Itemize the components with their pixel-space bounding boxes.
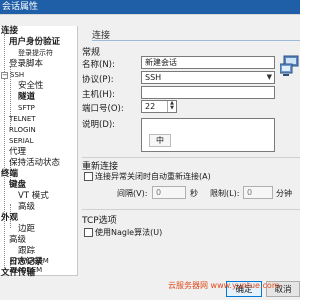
tree-item-advanced[interactable]: 高级 xyxy=(9,235,26,246)
tree-item-sftp[interactable]: SFTP xyxy=(18,103,35,114)
protocol-value: SSH xyxy=(145,73,162,82)
nagle-label[interactable]: 使用Nagle算法(U) xyxy=(95,227,162,238)
tree-item-ssh[interactable]: SSH xyxy=(10,70,24,81)
tree-item-terminal[interactable]: 终端 xyxy=(1,169,18,180)
minutes-label: 分钟 xyxy=(276,189,292,198)
tree-item-vt-mode[interactable]: VT 模式 xyxy=(18,191,49,202)
protocol-select[interactable]: SSH ▼ xyxy=(141,71,275,84)
divider xyxy=(0,14,300,15)
spinner-buttons[interactable]: ▲ ▼ xyxy=(167,101,176,112)
tree-item-proxy[interactable]: 代理 xyxy=(9,147,26,158)
name-label: 名称(N): xyxy=(82,60,115,70)
tree-item-auth[interactable]: 用户身份验证 xyxy=(9,37,60,48)
seconds-label: 秒 xyxy=(190,189,198,198)
general-group-title: 常规 xyxy=(82,48,101,58)
nagle-checkbox[interactable] xyxy=(84,228,93,237)
limit-value: 0 xyxy=(247,188,253,197)
tree-item-connection[interactable]: 连接 xyxy=(1,26,18,37)
header-divider xyxy=(92,40,300,41)
description-label: 说明(D): xyxy=(82,120,116,130)
tree-item-login-prompt[interactable]: 登录提示符 xyxy=(18,48,53,59)
tcp-group-title: TCP选项 xyxy=(82,216,117,226)
tree-item-tunnel[interactable]: 隧道 xyxy=(18,92,35,103)
tree-item-margins[interactable]: 边距 xyxy=(18,224,35,235)
separator xyxy=(82,209,300,210)
tree-item-zmodem[interactable]: ZMODEM xyxy=(10,265,42,276)
collapse-icon[interactable]: − xyxy=(1,72,8,79)
spin-down-icon[interactable]: ▼ xyxy=(168,106,176,111)
host-input[interactable] xyxy=(141,86,275,99)
tree-item-keyboard[interactable]: 键盘 xyxy=(9,180,26,191)
limit-spinner: 0 xyxy=(243,186,273,199)
tree-item-security[interactable]: 安全性 xyxy=(18,81,44,92)
interval-spinner: 0 xyxy=(152,186,186,199)
tree-item-telnet[interactable]: TELNET xyxy=(9,114,36,125)
tree-guide-line xyxy=(4,34,5,270)
name-input[interactable] xyxy=(141,56,275,69)
watermark: 云服务器网 www.yuntue.com xyxy=(168,281,280,290)
port-spinner[interactable]: 22 ▲ ▼ xyxy=(141,100,177,113)
description-textarea[interactable]: 中 xyxy=(141,118,275,152)
window-title: 会话属性 xyxy=(2,2,39,12)
separator xyxy=(82,157,300,158)
port-value: 22 xyxy=(145,102,156,111)
protocol-label: 协议(P): xyxy=(82,75,114,85)
host-label: 主机(H): xyxy=(82,90,115,100)
tree-item-serial[interactable]: SERIAL xyxy=(9,136,33,147)
chevron-down-icon: ▼ xyxy=(266,73,272,81)
ime-indicator: 中 xyxy=(149,134,171,147)
port-label: 端口号(O): xyxy=(82,104,124,114)
category-tree[interactable]: 连接 用户身份验证 登录提示符 登录脚本 − SSH 安全性 隧道 SFTP T… xyxy=(0,26,78,278)
limit-label: 限制(L): xyxy=(210,189,240,198)
tree-item-login-script[interactable]: 登录脚本 xyxy=(9,59,43,70)
tree-item-rlogin[interactable]: RLOGIN xyxy=(9,125,36,136)
auto-reconnect-checkbox[interactable] xyxy=(84,172,93,181)
tree-item-keepalive[interactable]: 保持活动状态 xyxy=(9,158,60,169)
tree-item-appearance[interactable]: 外观 xyxy=(1,213,18,224)
network-icon xyxy=(280,55,299,76)
interval-value: 0 xyxy=(156,188,162,197)
tree-item-terminal-advanced[interactable]: 高级 xyxy=(18,202,35,213)
auto-reconnect-label[interactable]: 连接异常关闭时自动重新连接(A) xyxy=(95,171,211,182)
interval-label: 间隔(V): xyxy=(117,189,148,198)
window-titlebar: 会话属性 xyxy=(0,0,300,14)
